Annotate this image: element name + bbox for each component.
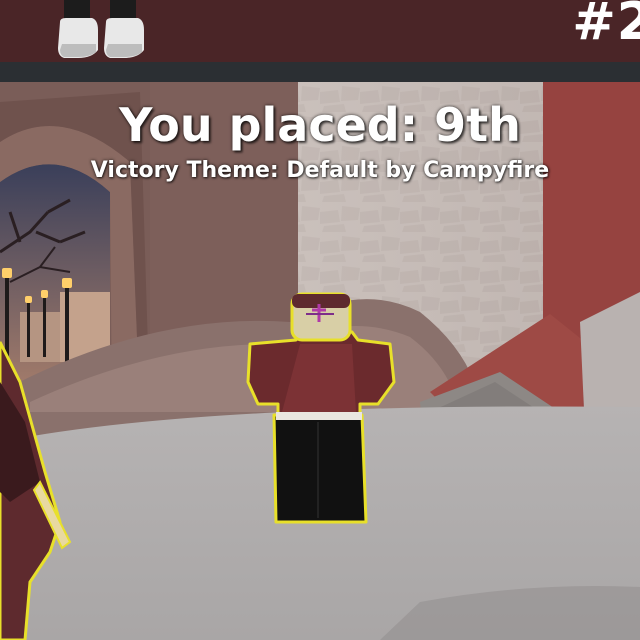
podium-avatar-icon xyxy=(58,0,144,58)
top-bar: #2 xyxy=(0,0,640,62)
placement-result-title: You placed: 9th xyxy=(119,98,521,152)
placement-rank: #2 xyxy=(572,0,640,52)
divider-strip xyxy=(0,62,640,82)
victory-theme-label: Victory Theme: Default by Campyfire xyxy=(90,158,550,183)
